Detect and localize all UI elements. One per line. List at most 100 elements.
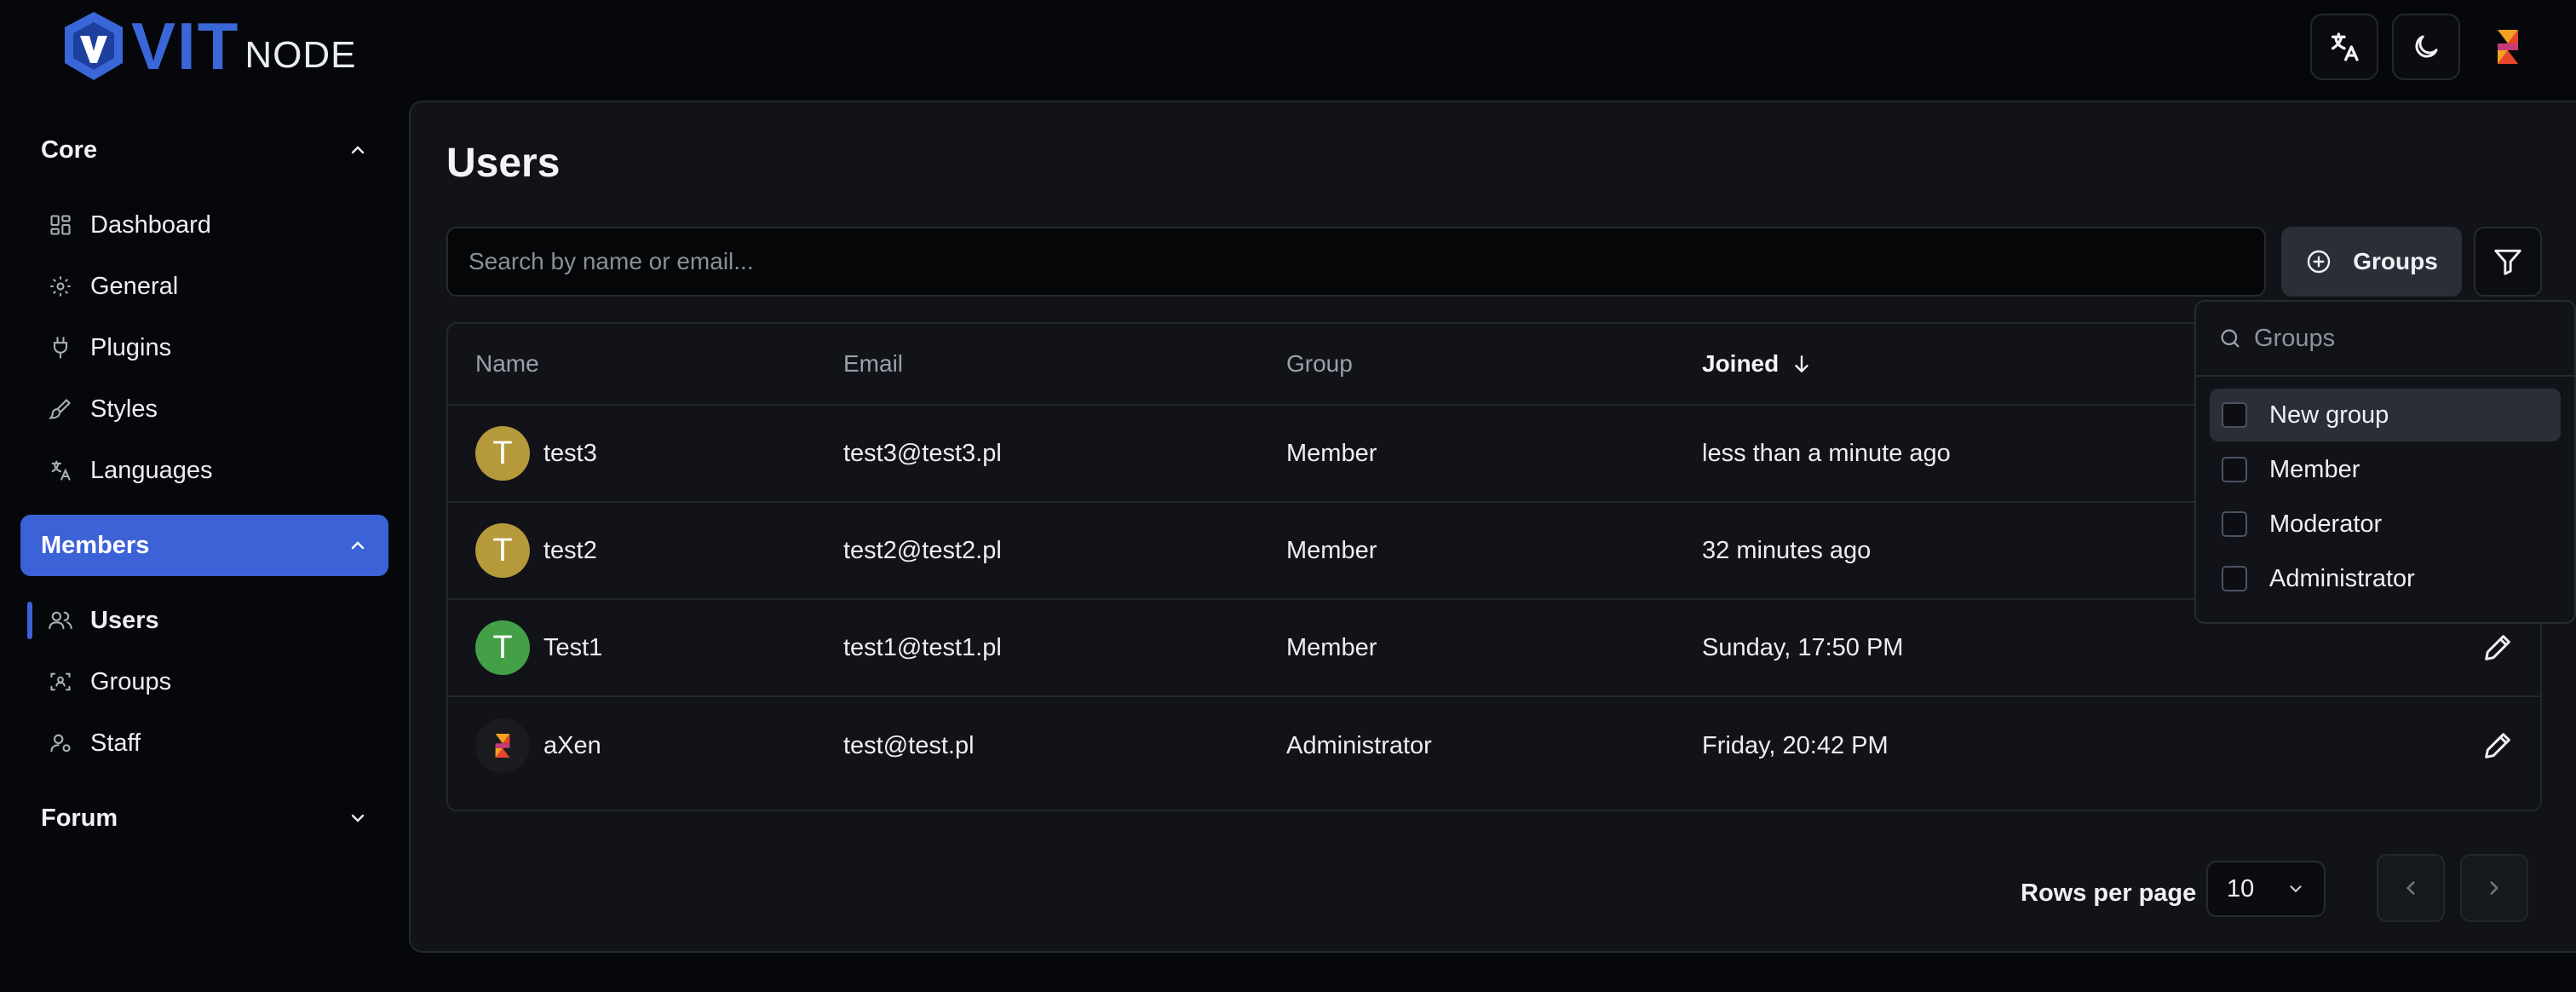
user-email: test@test.pl [843,731,975,759]
group-option-label: Member [2269,455,2360,483]
group-option-member[interactable]: Member [2210,443,2561,496]
previous-page-button[interactable] [2377,854,2445,922]
sidebar-item-staff[interactable]: Staff [20,712,388,774]
user-group: Administrator [1286,731,1432,759]
dashboard-icon [48,212,73,238]
sidebar-section-core[interactable]: Core [20,119,388,181]
brand-name-primary: VIT [131,9,240,84]
user-name[interactable]: aXen [543,732,601,760]
user-cell[interactable]: aXen [475,697,601,794]
user-avatar-icon [495,734,510,758]
page-title: Users [446,141,561,186]
user-joined: Sunday, 17:50 PM [1702,633,1904,661]
sidebar: Core Dashboard General Plugins Styles La… [20,119,388,849]
brand-name-secondary: NODE [244,34,357,76]
arrow-down-icon [1795,355,1808,373]
avatar [475,718,530,773]
translate-icon [2332,32,2359,61]
column-header-joined[interactable]: Joined [1702,324,1813,404]
checkbox[interactable] [2222,402,2247,428]
chevron-down-icon [351,814,365,822]
chevron-up-icon [351,146,365,154]
groups-search-placeholder: Groups [2254,324,2336,352]
sidebar-item-label: Languages [90,456,213,484]
sidebar-item-label: Dashboard [90,211,211,239]
user-cell[interactable]: T test2 [475,503,597,598]
chevron-left-icon [2406,881,2415,895]
sidebar-item-dashboard[interactable]: Dashboard [20,194,388,256]
gear-icon [48,274,73,299]
groups-filter-button[interactable]: Groups [2281,227,2462,297]
column-header-name[interactable]: Name [475,324,539,404]
table-row[interactable]: aXen test@test.pl Administrator Friday, … [448,697,2540,794]
sidebar-item-styles[interactable]: Styles [20,378,388,440]
rows-per-page-label: Rows per page [2021,879,2197,907]
column-header-label: Joined [1702,350,1780,377]
edit-button[interactable] [2481,697,2515,794]
sidebar-section-label: Core [41,136,98,164]
groups-filter-label: Groups [2353,248,2438,274]
sidebar-item-label: Users [90,606,159,634]
user-joined: less than a minute ago [1702,439,1951,467]
sidebar-section-label: Members [41,531,150,559]
filter-icon [2494,249,2521,275]
user-cell[interactable]: T test3 [475,406,597,501]
user-name[interactable]: test2 [543,537,597,565]
sidebar-item-languages[interactable]: Languages [20,440,388,501]
moon-icon [2415,35,2438,58]
groups-search[interactable]: Groups [2196,302,2574,377]
group-option-moderator[interactable]: Moderator [2210,498,2561,551]
group-option-new-group[interactable]: New group [2210,389,2561,441]
sidebar-item-users[interactable]: Users [20,590,388,651]
chevron-up-icon [351,541,365,550]
user-group: Member [1286,633,1377,661]
vitnode-logo-icon [65,12,123,80]
translate-icon [48,458,73,483]
chevron-down-icon [2290,885,2302,893]
sidebar-item-label: General [90,272,179,300]
user-email: test1@test1.pl [843,633,1002,661]
sidebar-item-label: Staff [90,729,141,757]
user-menu-button[interactable] [2474,14,2542,80]
next-page-button[interactable] [2460,854,2528,922]
sidebar-section-label: Forum [41,804,118,832]
filter-button[interactable] [2474,227,2542,297]
users-icon [48,608,73,633]
checkbox[interactable] [2222,457,2247,482]
checkbox[interactable] [2222,566,2247,591]
sidebar-item-plugins[interactable]: Plugins [20,317,388,378]
column-header-group[interactable]: Group [1286,324,1353,404]
search-icon [2221,329,2240,348]
pencil-icon [2485,733,2510,758]
rows-per-page-value: 10 [2227,874,2255,903]
staff-icon [48,730,73,756]
user-name[interactable]: Test1 [543,634,602,662]
sidebar-section-forum[interactable]: Forum [20,787,388,849]
avatar: T [475,620,530,675]
plug-icon [48,335,73,360]
rows-per-page-select[interactable]: 10 [2206,861,2326,917]
group-option-label: New group [2269,401,2389,429]
column-header-email[interactable]: Email [843,324,903,404]
sidebar-item-label: Plugins [90,333,172,361]
sidebar-section-members[interactable]: Members [20,515,388,576]
search-input[interactable] [446,227,2266,297]
user-cell[interactable]: T Test1 [475,600,602,695]
user-name[interactable]: test3 [543,440,597,468]
user-avatar-icon [2498,30,2518,64]
group-option-label: Administrator [2269,564,2415,592]
language-button[interactable] [2310,14,2378,80]
brush-icon [48,396,73,422]
brand-logo[interactable]: VIT NODE [61,10,356,82]
sidebar-item-label: Groups [90,667,172,695]
user-email: test3@test3.pl [843,439,1002,467]
sidebar-item-groups[interactable]: Groups [20,651,388,712]
pencil-icon [2485,635,2510,660]
theme-toggle-button[interactable] [2392,14,2460,80]
user-group: Member [1286,439,1377,467]
sidebar-item-general[interactable]: General [20,256,388,317]
user-joined: Friday, 20:42 PM [1702,731,1889,759]
user-email: test2@test2.pl [843,536,1002,564]
group-option-administrator[interactable]: Administrator [2210,552,2561,605]
checkbox[interactable] [2222,511,2247,537]
